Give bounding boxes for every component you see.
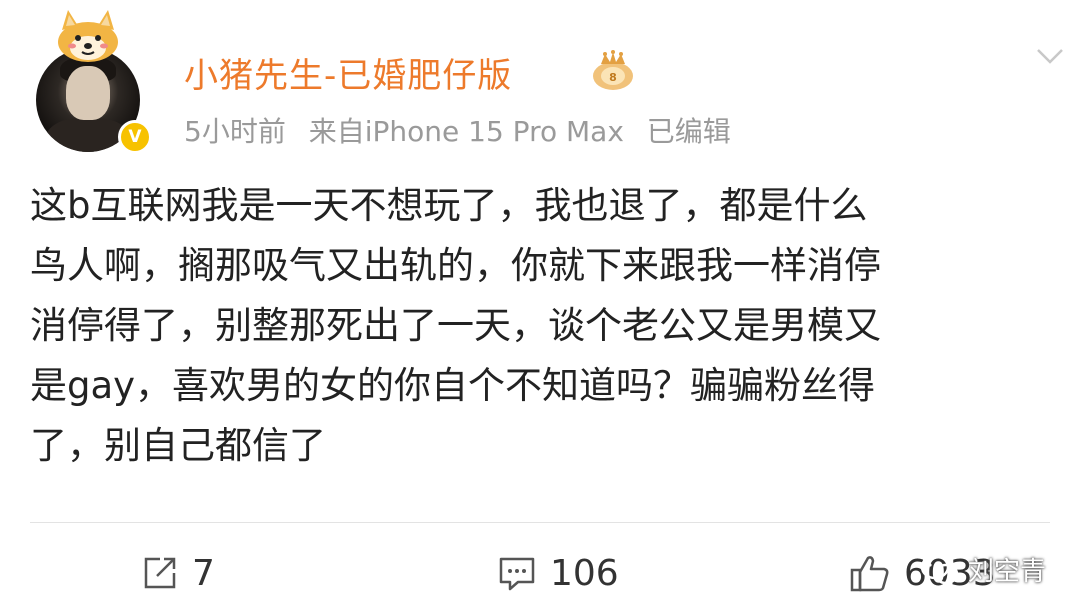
repost-button[interactable]: 7	[140, 548, 215, 598]
thumbs-up-icon	[850, 556, 889, 592]
comment-count: 106	[550, 552, 619, 594]
weibo-post: V 小猪先生-已婚肥仔版 8 5小时前 来自iPhone 15 Pro Max …	[0, 0, 1080, 613]
avatar-face	[66, 66, 110, 120]
svg-text:8: 8	[609, 71, 617, 84]
shiba-dog-pendant-icon	[58, 10, 118, 62]
avatar-container[interactable]: V	[30, 8, 160, 154]
post-text-line: 消停得了，别整那死出了一天，谈个老公又是男模又	[30, 304, 881, 347]
post-text: 这b互联网我是一天不想玩了，我也退了，都是什么 鸟人啊，搁那吸气又出轨的，你就下…	[30, 176, 1060, 476]
repost-icon	[144, 557, 176, 589]
comment-button[interactable]: 106	[496, 548, 619, 598]
post-text-line: 是gay，喜欢男的女的你自个不知道吗？骗骗粉丝得	[30, 364, 876, 407]
watermark-text: 刘空青	[967, 557, 1046, 587]
divider	[30, 522, 1050, 523]
edited-label[interactable]: 已编辑	[647, 115, 731, 148]
crown-medal-icon[interactable]: 8	[588, 50, 638, 92]
verified-badge: V	[118, 120, 152, 154]
chevron-down-icon[interactable]	[1034, 44, 1066, 68]
watermark: 刘空青	[920, 551, 1046, 588]
action-bar: 7 106 6033	[0, 540, 1080, 606]
wechat-icon	[920, 554, 959, 584]
comment-icon	[499, 557, 535, 591]
post-meta: 5小时前 来自iPhone 15 Pro Max 已编辑	[184, 110, 745, 150]
username[interactable]: 小猪先生-已婚肥仔版	[184, 48, 512, 97]
post-text-line: 鸟人啊，搁那吸气又出轨的，你就下来跟我一样消停	[30, 244, 881, 287]
post-source: 来自iPhone 15 Pro Max	[308, 115, 624, 148]
post-text-line: 了，别自己都信了	[30, 424, 326, 467]
post-text-line: 这b互联网我是一天不想玩了，我也退了，都是什么	[30, 184, 868, 227]
post-time: 5小时前	[184, 115, 286, 148]
repost-count: 7	[192, 552, 215, 594]
